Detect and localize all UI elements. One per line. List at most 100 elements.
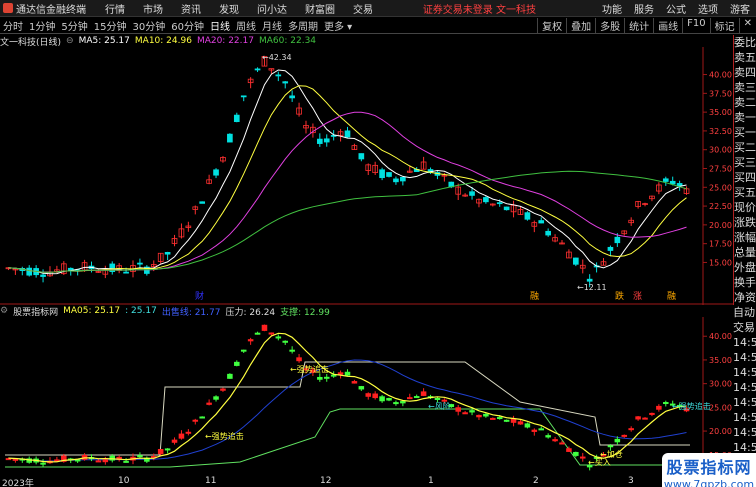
- menu-item-trade[interactable]: 交易: [353, 1, 373, 16]
- band-body: [296, 357, 302, 362]
- candle-body: [227, 133, 233, 143]
- band-body: [490, 417, 496, 420]
- band-body: [171, 439, 178, 443]
- band-body: [503, 419, 510, 422]
- quote-field-16: 换手: [734, 276, 756, 289]
- band-body: [372, 393, 378, 399]
- ma10-label: MA10: 24.96: [134, 36, 192, 46]
- band-body: [178, 433, 185, 439]
- indicator-chart[interactable]: 40.0035.0030.0025.0020.0015.00←强势追击←强势追击…: [0, 317, 733, 476]
- period-monthly[interactable]: 月线: [259, 18, 285, 33]
- period-weekly[interactable]: 周线: [233, 18, 259, 33]
- band-body: [351, 381, 358, 384]
- band-body: [199, 416, 205, 419]
- adjust-button[interactable]: 复权: [537, 17, 566, 33]
- period-30min[interactable]: 30分钟: [129, 18, 168, 33]
- date-tick: 3: [628, 476, 634, 486]
- sub-y-tick-label: 20.00: [709, 427, 732, 436]
- candle-body: [586, 278, 593, 282]
- band-body: [240, 349, 247, 352]
- band-body: [455, 407, 461, 412]
- f10-button[interactable]: F10: [682, 17, 709, 33]
- date-tick: 12: [320, 476, 332, 486]
- event-tag: 财: [195, 290, 204, 302]
- band-body: [642, 417, 648, 420]
- band-body: [289, 349, 295, 352]
- quote-field-13: 涨幅: [734, 231, 756, 244]
- candle-body: [469, 191, 475, 196]
- candle-body: [538, 220, 545, 224]
- menu-item-ask[interactable]: 问小达: [257, 1, 287, 16]
- signal-annotation: ←加仓: [600, 449, 623, 459]
- line2-label: : 25.17: [125, 306, 157, 316]
- band-body: [213, 396, 219, 400]
- indicator-legend: ⚙ 股票指标网 MA05: 25.17 : 25.17 出售线: 21.77 压…: [0, 305, 756, 318]
- period-tick[interactable]: 分时: [0, 18, 26, 33]
- collapse-icon[interactable]: ⊖: [66, 36, 74, 46]
- trade-field-7: 14:50: [733, 411, 756, 424]
- candle-body: [40, 274, 46, 277]
- period-60min[interactable]: 60分钟: [168, 18, 207, 33]
- quote-field-10: 买五: [734, 186, 756, 199]
- candle-body: [614, 236, 621, 244]
- period-15min[interactable]: 15分钟: [91, 18, 130, 33]
- line3-label: 出售线: 21.77: [161, 307, 221, 318]
- band-body: [420, 391, 427, 396]
- candle-body: [524, 212, 531, 220]
- period-5min[interactable]: 5分钟: [58, 18, 90, 33]
- close-icon[interactable]: ✕: [738, 17, 756, 33]
- menu-item-quotes[interactable]: 行情: [105, 1, 125, 16]
- draw-line-button[interactable]: 画线: [653, 17, 682, 33]
- period-daily[interactable]: 日线: [207, 18, 233, 33]
- band-body: [102, 459, 109, 463]
- stats-button[interactable]: 统计: [624, 17, 653, 33]
- menu-item-market[interactable]: 市场: [143, 1, 163, 16]
- menu-item-discover[interactable]: 发现: [219, 1, 239, 16]
- band-body: [227, 373, 233, 379]
- band-body: [476, 414, 482, 418]
- quote-field-0: 委比: [734, 36, 756, 49]
- band-body: [531, 429, 538, 432]
- low-price-label: ←12.11: [577, 283, 607, 292]
- period-multi[interactable]: 多周期: [285, 18, 321, 33]
- candle-body: [607, 246, 614, 251]
- band-body: [164, 448, 171, 451]
- menu-item-formula[interactable]: 公式: [666, 1, 686, 16]
- band-body: [282, 340, 288, 343]
- band-body: [524, 423, 531, 428]
- sub-y-tick-label: 30.00: [709, 380, 732, 389]
- multi-stock-button[interactable]: 多股: [595, 17, 624, 33]
- login-notice[interactable]: 证券交易未登录 文一科技: [423, 1, 536, 16]
- candle-body: [483, 197, 489, 203]
- band-body: [635, 416, 641, 420]
- candle-body: [275, 74, 282, 77]
- band-body: [358, 386, 365, 390]
- menu-item-wealth[interactable]: 财富圈: [305, 1, 335, 16]
- period-more[interactable]: 更多 ▾: [321, 18, 355, 33]
- candle-body: [496, 202, 503, 205]
- band-body: [538, 428, 545, 431]
- y-tick-label: 17.50: [709, 240, 732, 249]
- menu-item-service[interactable]: 服务: [634, 1, 654, 16]
- candle-body: [199, 201, 206, 204]
- app-logo-icon: [3, 3, 13, 13]
- menu-item-options[interactable]: 选项: [698, 1, 718, 16]
- notice-stock-name: 文一科技: [496, 4, 536, 16]
- band-body: [483, 413, 489, 417]
- sub-y-tick-label: 40.00: [709, 332, 732, 341]
- overlay-button[interactable]: 叠加: [566, 17, 595, 33]
- ma60-line: [8, 170, 687, 273]
- band-body: [656, 405, 662, 410]
- menu-item-news[interactable]: 资讯: [181, 1, 201, 16]
- date-tick: 2023年: [2, 479, 34, 487]
- period-1min[interactable]: 1分钟: [26, 18, 58, 33]
- band-body: [566, 448, 572, 452]
- menu-item-function[interactable]: 功能: [602, 1, 622, 16]
- menu-item-guest[interactable]: 游客: [730, 1, 750, 16]
- mark-button[interactable]: 标记: [709, 17, 739, 33]
- settings-icon[interactable]: ⚙: [0, 306, 8, 316]
- candle-body: [213, 169, 219, 176]
- main-kline-chart[interactable]: 40.00 37.50 35.00 32.50 30.00 27.50 25.00 22.50…: [0, 47, 733, 305]
- quote-side-panel: 委比卖五卖四卖三卖二卖一买一买二买三买四买五现价涨跌涨幅总量外盘换手净资收益: [733, 35, 756, 319]
- band-body: [469, 410, 475, 413]
